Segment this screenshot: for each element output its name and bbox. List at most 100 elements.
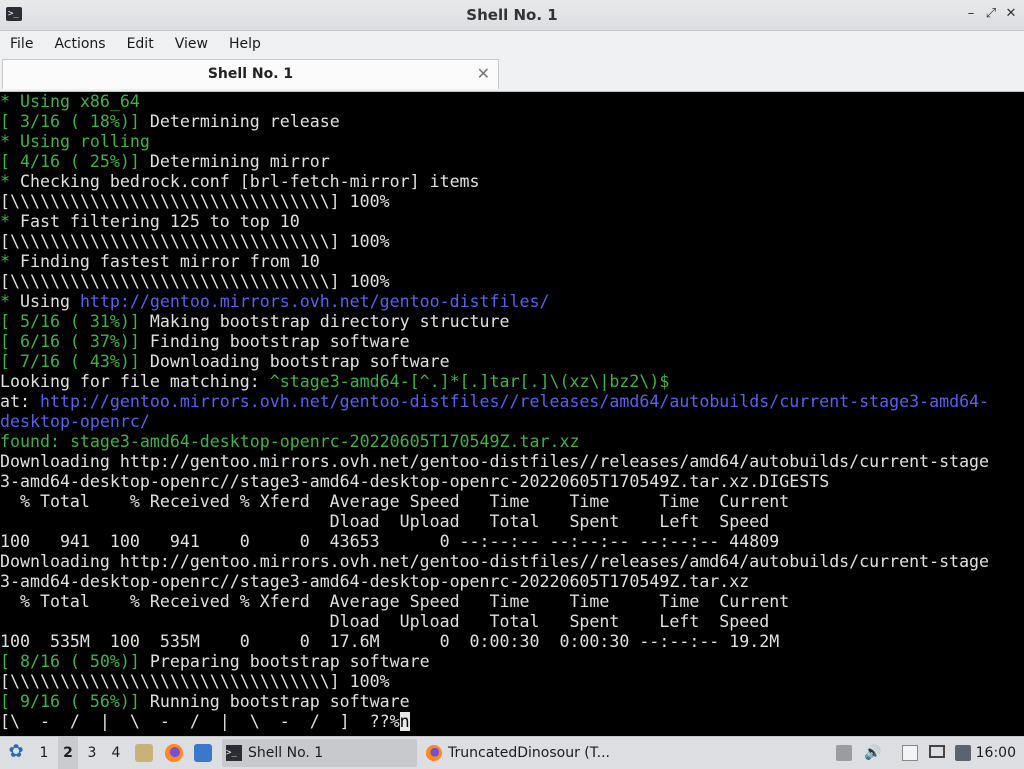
terminal-text: [ 4/16 ( 25%)] [0, 152, 140, 171]
terminal-line: * Fast filtering 125 to top 10 [0, 212, 1024, 232]
terminal-text: x86_64 [79, 92, 140, 111]
terminal-text: found: [0, 432, 70, 451]
file-manager-icon[interactable] [135, 744, 153, 762]
terminal-text: * [0, 292, 20, 311]
terminal-cursor: n [399, 712, 410, 731]
terminal-text: Making bootstrap directory structure [139, 312, 510, 331]
terminal-text: Determining mirror [139, 152, 330, 171]
terminal-text: [ 6/16 ( 37%)] [0, 332, 140, 351]
workspace-3[interactable]: 3 [82, 737, 102, 769]
terminal-line: [\\\\\\\\\\\\\\\\\\\\\\\\\\\\\\\\] 100% [0, 272, 1024, 292]
terminal-text: Downloading http://gentoo.mirrors.ovh.ne… [0, 552, 990, 571]
tab-label: Shell No. 1 [207, 66, 294, 82]
workspace-4[interactable]: 4 [106, 737, 126, 769]
terminal-line: [ 8/16 ( 50%)] Preparing bootstrap softw… [0, 652, 1024, 672]
terminal-line: [ 5/16 ( 31%)] Making bootstrap director… [0, 312, 1024, 332]
workspace-2[interactable]: 2 [58, 737, 78, 769]
window-title: Shell No. 1 [466, 6, 558, 24]
terminal-text: [\\\\\\\\\\\\\\\\\\\\\\\\\\\\\\\\] 100% [0, 672, 390, 691]
terminal-text: [ 8/16 ( 50%)] [0, 652, 140, 671]
terminal-line: 3-amd64-desktop-openrc//stage3-amd64-des… [0, 572, 1024, 592]
terminal-text: stage3-amd64-desktop-openrc-20220605T170… [69, 432, 580, 451]
firefox-icon[interactable] [165, 744, 183, 762]
terminal-text: rolling [79, 132, 150, 151]
terminal-output[interactable]: * Using x86_64[ 3/16 ( 18%)] Determining… [0, 92, 1024, 736]
terminal-text: Finding fastest mirror from 10 [19, 252, 320, 271]
terminal-line: [ 7/16 ( 43%)] Downloading bootstrap sof… [0, 352, 1024, 372]
network-icon[interactable] [955, 745, 971, 761]
terminal-text: desktop-openrc/ [0, 412, 150, 431]
terminal-text: % Total % Received % Xferd Average Speed… [0, 592, 790, 611]
workspace-1[interactable]: 1 [34, 737, 54, 769]
terminal-text: Finding bootstrap software [139, 332, 410, 351]
terminal-text: * [0, 252, 20, 271]
terminal-line: * Using rolling [0, 132, 1024, 152]
clipboard-icon[interactable] [836, 745, 852, 761]
terminal-line: [\\\\\\\\\\\\\\\\\\\\\\\\\\\\\\\\] 100% [0, 232, 1024, 252]
terminal-line: Looking for file matching: ^stage3-amd64… [0, 372, 1024, 392]
terminal-line: at: http://gentoo.mirrors.ovh.net/gentoo… [0, 392, 1024, 412]
terminal-line: [ 4/16 ( 25%)] Determining mirror [0, 152, 1024, 172]
terminal-text: Dload Upload Total Spent Left Speed [0, 612, 770, 631]
terminal-line: [\ - / | \ - / | \ - / ] ??%n [0, 712, 1024, 732]
window-titlebar[interactable]: >_ Shell No. 1 – ⤢ ✕ [0, 0, 1024, 31]
terminal-text: * Using [0, 132, 80, 151]
terminal-text: Using [19, 292, 80, 311]
terminal-line: Dload Upload Total Spent Left Speed [0, 612, 1024, 632]
terminal-line: * Finding fastest mirror from 10 [0, 252, 1024, 272]
terminal-text: Checking bedrock.conf [brl-fetch-mirror]… [19, 172, 480, 191]
task-firefox[interactable]: TruncatedDinosour (T... [422, 739, 622, 767]
menu-file[interactable]: File [0, 36, 44, 52]
terminal-text: [ 9/16 ( 56%)] [0, 692, 140, 711]
terminal-text: * Using [0, 92, 80, 111]
terminal-text: [\\\\\\\\\\\\\\\\\\\\\\\\\\\\\\\\] 100% [0, 272, 390, 291]
window-controls: – ⤢ ✕ [964, 5, 1018, 23]
terminal-line: desktop-openrc/ [0, 412, 1024, 432]
terminal-text: http://gentoo.mirrors.ovh.net/gentoo-dis… [39, 392, 990, 411]
menu-edit[interactable]: Edit [117, 36, 165, 52]
minimize-button[interactable]: – [964, 5, 978, 23]
menu-view[interactable]: View [165, 36, 219, 52]
terminal-text: * [0, 212, 20, 231]
terminal-line: % Total % Received % Xferd Average Speed… [0, 492, 1024, 512]
terminal-text: [\\\\\\\\\\\\\\\\\\\\\\\\\\\\\\\\] 100% [0, 192, 390, 211]
terminal-text: % Total % Received % Xferd Average Speed… [0, 492, 790, 511]
terminal-text: 3-amd64-desktop-openrc//stage3-amd64-des… [0, 472, 830, 491]
terminal-text: 100 535M 100 535M 0 0 17.6M 0 0:00:30 0:… [0, 632, 780, 651]
terminal-text: Looking for file matching: [0, 372, 270, 391]
close-button[interactable]: ✕ [1004, 5, 1018, 23]
menu-actions[interactable]: Actions [44, 36, 116, 52]
tab-close-icon[interactable]: ✕ [477, 64, 490, 83]
notes-icon[interactable] [902, 745, 918, 761]
terminal-line: Downloading http://gentoo.mirrors.ovh.ne… [0, 452, 1024, 472]
display-icon[interactable] [929, 745, 945, 758]
tab-shell-1[interactable]: Shell No. 1 ✕ [2, 59, 499, 89]
task-label: Shell No. 1 [248, 745, 324, 761]
taskbar: ✿ 1 2 3 4 >_ Shell No. 1 TruncatedDinoso… [0, 736, 1024, 769]
tab-bar: Shell No. 1 ✕ [0, 57, 1024, 92]
terminal-line: % Total % Received % Xferd Average Speed… [0, 592, 1024, 612]
terminal-text: Downloading http://gentoo.mirrors.ovh.ne… [0, 452, 990, 471]
terminal-line: Dload Upload Total Spent Left Speed [0, 512, 1024, 532]
menu-help[interactable]: Help [219, 36, 272, 52]
terminal-text: Determining release [139, 112, 340, 131]
terminal-line: * Using http://gentoo.mirrors.ovh.net/ge… [0, 292, 1024, 312]
maximize-button[interactable]: ⤢ [984, 5, 998, 23]
distro-logo-icon[interactable]: ✿ [6, 742, 26, 762]
terminal-line: [\\\\\\\\\\\\\\\\\\\\\\\\\\\\\\\\] 100% [0, 672, 1024, 692]
terminal-line: 100 535M 100 535M 0 0 17.6M 0 0:00:30 0:… [0, 632, 1024, 652]
terminal-text: Preparing bootstrap software [139, 652, 430, 671]
firefox-icon [426, 745, 442, 761]
terminal-line: 3-amd64-desktop-openrc//stage3-amd64-des… [0, 472, 1024, 492]
desktop-icon[interactable] [194, 744, 212, 762]
terminal-text: [ 7/16 ( 43%)] [0, 352, 140, 371]
terminal-text: ^stage3-amd64-[^.]*[.]tar[.]\(xz\|bz2\)$ [269, 372, 670, 391]
terminal-text: Running bootstrap software [139, 692, 410, 711]
terminal-text: [\ - / | \ - / | \ - / ] ??% [0, 712, 400, 731]
volume-icon[interactable]: 🔊 [864, 745, 881, 761]
terminal-text: 100 941 100 941 0 0 43653 0 --:--:-- --:… [0, 532, 780, 551]
task-shell-1[interactable]: >_ Shell No. 1 [222, 739, 417, 767]
terminal-text: at: [0, 392, 40, 411]
terminal-icon: >_ [226, 745, 242, 761]
terminal-text: http://gentoo.mirrors.ovh.net/gentoo-dis… [79, 292, 550, 311]
